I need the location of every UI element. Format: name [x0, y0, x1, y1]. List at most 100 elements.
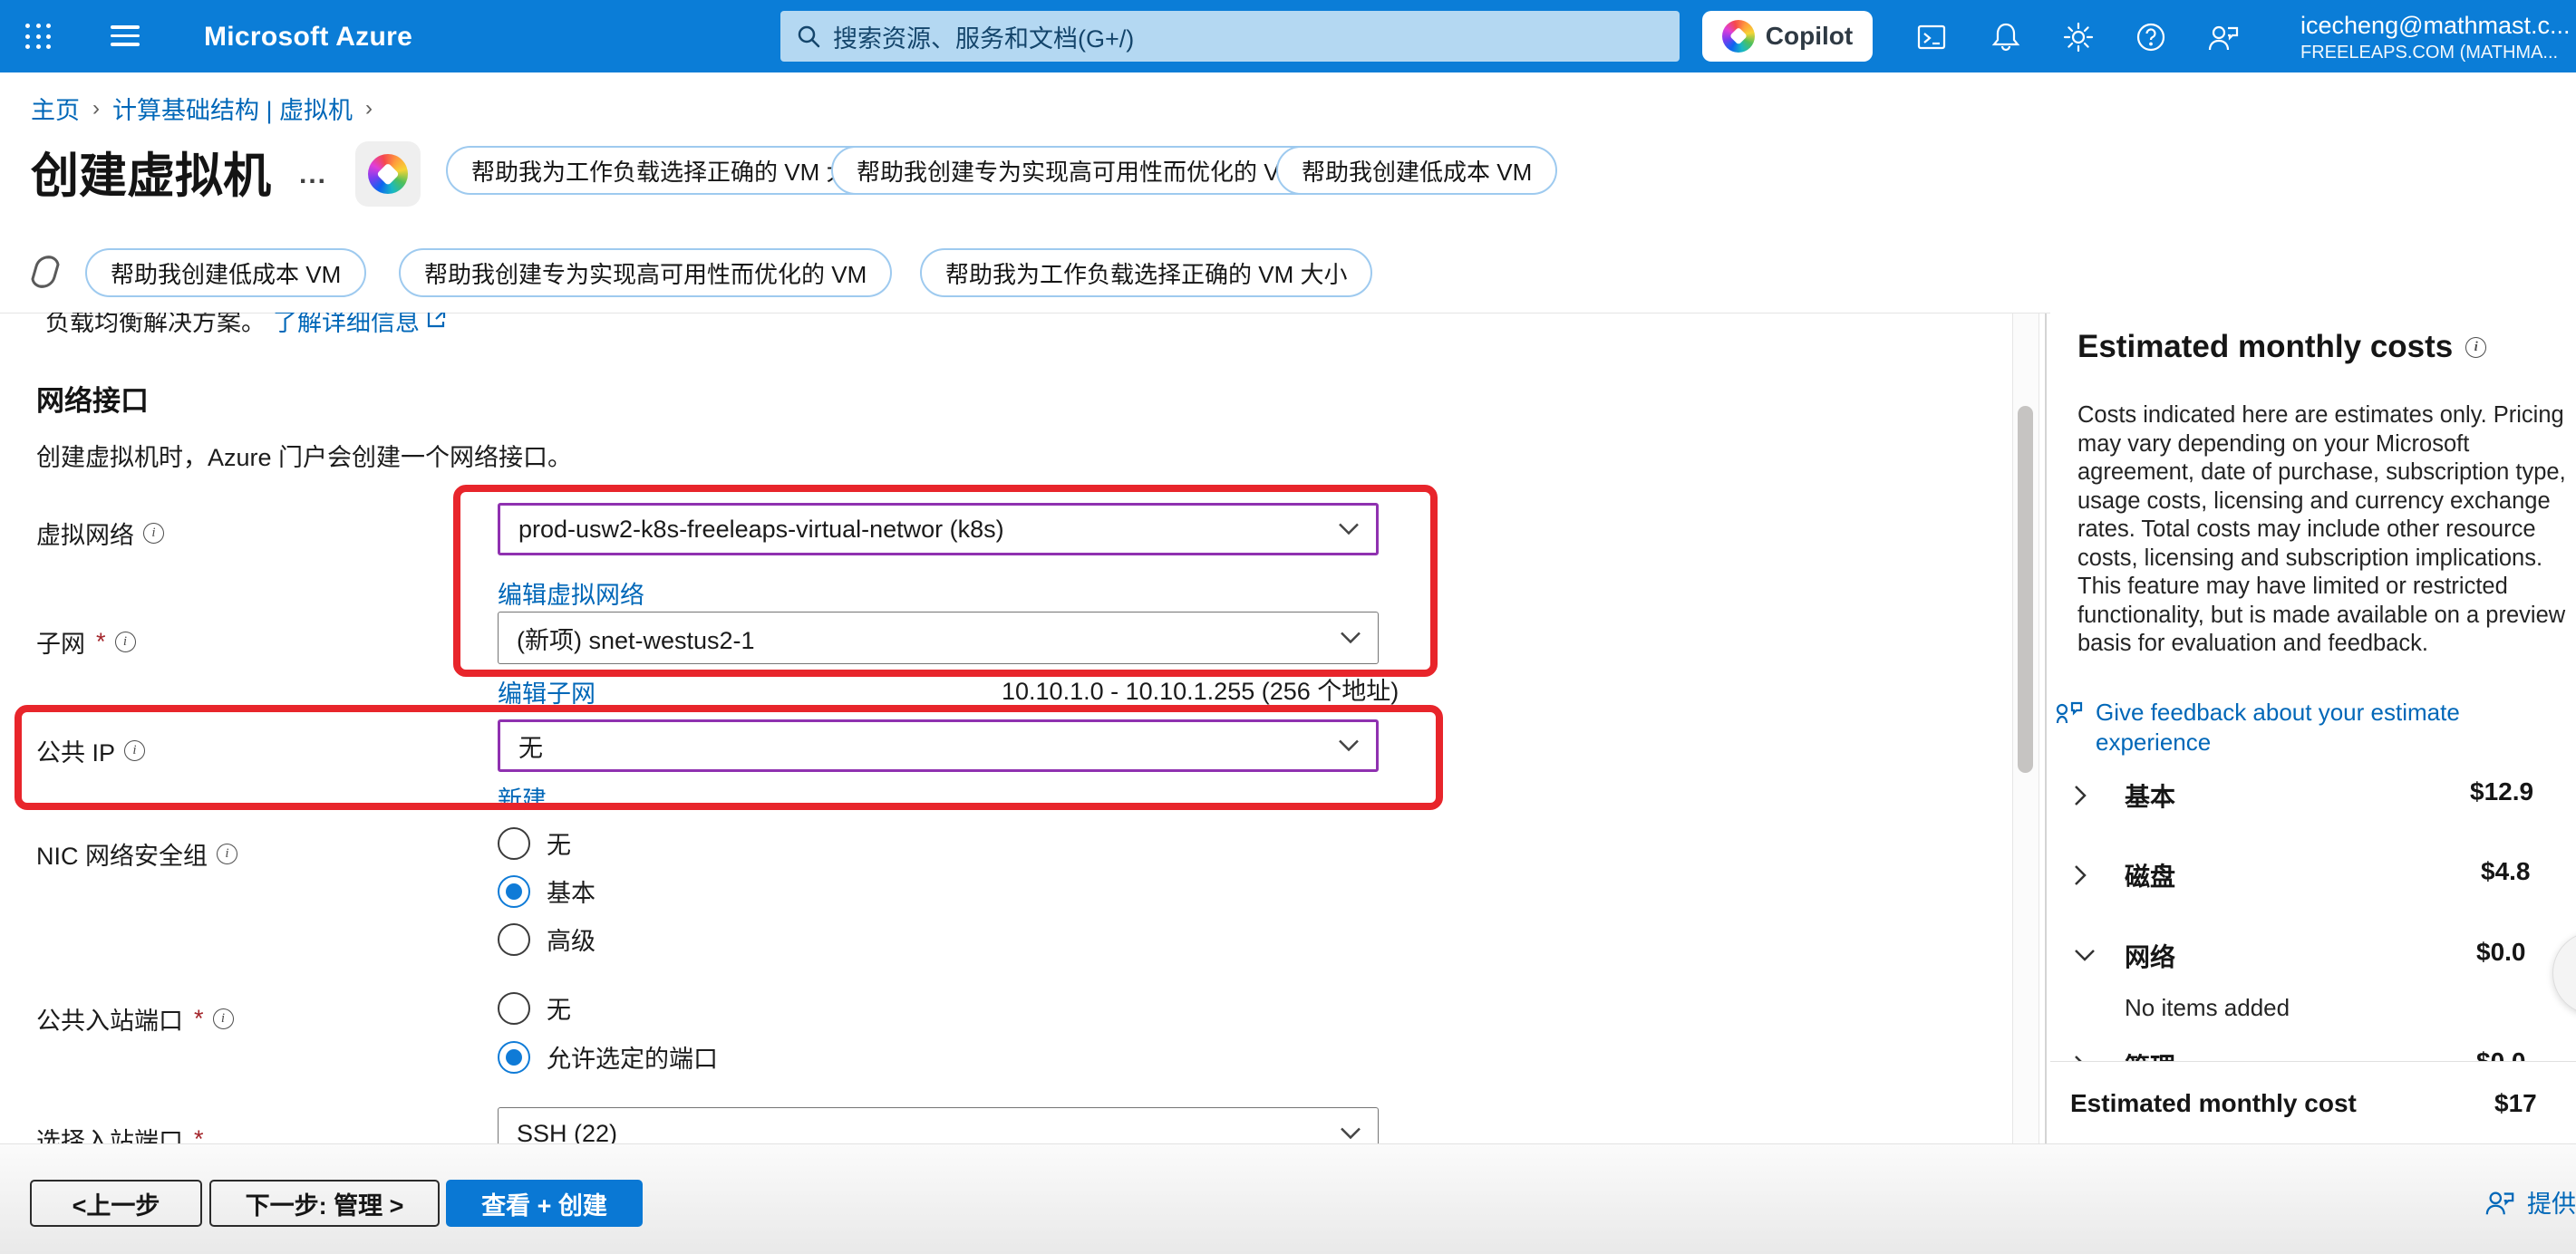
info-icon[interactable]: [217, 844, 237, 864]
suggestion-pill-low-cost-2[interactable]: 帮助我创建低成本 VM: [85, 248, 366, 297]
previous-step-button[interactable]: <上一步: [30, 1180, 202, 1227]
give-feedback-link[interactable]: Give feedback about your estimate experi…: [2054, 698, 2476, 757]
section-title: 网络接口: [36, 378, 149, 419]
feedback-person-icon: [2484, 1187, 2516, 1218]
next-step-button[interactable]: 下一步: 管理 >: [209, 1180, 440, 1227]
public-ip-dropdown[interactable]: 无: [498, 719, 1379, 772]
cost-row-manage-clipped[interactable]: 管理 $0.0: [2050, 1047, 2576, 1061]
copilot-logo-icon: [368, 154, 408, 194]
edit-vnet-link[interactable]: 编辑虚拟网络: [498, 575, 644, 611]
chevron-down-icon: [1340, 1127, 1361, 1141]
nsg-label: NIC 网络安全组: [36, 836, 237, 872]
radio-icon: [498, 923, 530, 956]
cloud-shell-icon[interactable]: [1913, 18, 1951, 56]
breadcrumb-home[interactable]: 主页: [31, 91, 80, 126]
cost-row-basic[interactable]: 基本 $12.9: [2050, 777, 2576, 814]
subnet-dropdown[interactable]: (新项) snet-westus2-1: [498, 612, 1379, 664]
account-tenant: FREELEAPS.COM (MATHMA...: [2300, 42, 2576, 64]
radio-selected-icon: [498, 1041, 530, 1074]
nsg-option-none[interactable]: 无: [498, 825, 571, 861]
cost-network-note: No items added: [2125, 994, 2290, 1022]
suggestion-pill-vm-size-2[interactable]: 帮助我为工作负载选择正确的 VM 大小: [920, 248, 1372, 297]
cost-row-disk[interactable]: 磁盘 $4.8: [2050, 857, 2576, 893]
copilot-label: Copilot: [1766, 22, 1853, 51]
review-create-button[interactable]: 查看 + 创建: [446, 1180, 643, 1227]
search-icon: [797, 24, 820, 48]
cost-row-network[interactable]: 网络 $0.0: [2050, 938, 2576, 974]
footer-feedback-link[interactable]: 提供反馈: [2484, 1184, 2576, 1220]
chevron-down-icon: [2072, 947, 2097, 963]
breadcrumb-virtual-machines[interactable]: 计算基础结构 | 虚拟机: [112, 91, 353, 126]
suggestion-pill-low-cost[interactable]: 帮助我创建低成本 VM: [1276, 146, 1557, 195]
radio-icon: [498, 992, 530, 1025]
settings-gear-icon[interactable]: [2059, 18, 2097, 56]
hamburger-menu-icon[interactable]: [111, 25, 140, 47]
inbound-ports-label: 公共入站端口*: [36, 1001, 234, 1037]
vnet-label: 虚拟网络: [36, 516, 164, 551]
radio-icon: [498, 827, 530, 860]
vnet-value: prod-usw2-k8s-freeleaps-virtual-networ (…: [518, 516, 1004, 544]
chevron-down-icon: [1340, 632, 1361, 645]
cost-panel-description: Costs indicated here are estimates only.…: [2077, 401, 2576, 659]
external-link-icon: [424, 313, 448, 331]
total-cost-value: $17: [2494, 1089, 2549, 1118]
copilot-button[interactable]: Copilot: [1702, 11, 1873, 62]
form-scroll-area: 负载均衡解决方案。 了解详细信息 网络接口 创建虚拟机时，Azure 门户会创建…: [0, 313, 2010, 1143]
chevron-right-icon: [2072, 863, 2088, 888]
global-search-input[interactable]: 搜索资源、服务和文档(G+/): [780, 11, 1680, 62]
chevron-right-icon: [2072, 783, 2088, 808]
create-new-public-ip-link[interactable]: 新建: [498, 780, 547, 815]
panel-divider: [2045, 314, 2047, 1143]
breadcrumb-separator: ›: [365, 96, 373, 121]
brand-title: Microsoft Azure: [204, 22, 412, 53]
estimated-costs-panel: Estimated monthly costs Costs indicated …: [2050, 313, 2576, 1143]
intro-text-clipped: 负载均衡解决方案。: [45, 313, 266, 338]
public-ip-value: 无: [518, 728, 543, 764]
radio-selected-icon: [498, 875, 530, 908]
nsg-option-basic[interactable]: 基本: [498, 873, 596, 909]
notifications-bell-icon[interactable]: [1987, 18, 2025, 56]
top-bar: Microsoft Azure 搜索资源、服务和文档(G+/) Copilot: [0, 0, 2576, 72]
select-ports-value: SSH (22): [517, 1120, 617, 1144]
breadcrumb: 主页 › 计算基础结构 | 虚拟机 ›: [31, 91, 373, 126]
info-icon[interactable]: [115, 632, 136, 652]
subnet-value: (新项) snet-westus2-1: [517, 621, 755, 656]
subnet-address-range: 10.10.1.0 - 10.10.1.255 (256 个地址): [1002, 671, 1399, 707]
account-email: icecheng@mathmast.c...: [2300, 11, 2576, 42]
info-icon[interactable]: [2465, 337, 2486, 358]
inbound-option-allow-selected[interactable]: 允许选定的端口: [498, 1039, 718, 1075]
azure-portal: Microsoft Azure 搜索资源、服务和文档(G+/) Copilot: [0, 0, 2576, 1254]
app-launcher-icon[interactable]: [25, 24, 53, 51]
cost-panel-separator: [2050, 1061, 2576, 1062]
copilot-logo-icon: [1722, 20, 1755, 53]
feedback-person-icon[interactable]: [2204, 18, 2242, 56]
info-icon[interactable]: [143, 523, 164, 544]
suggestion-pill-high-availability-2[interactable]: 帮助我创建专为实现高可用性而优化的 VM: [399, 248, 892, 297]
edit-subnet-link[interactable]: 编辑子网: [498, 674, 596, 709]
chevron-down-icon: [1338, 523, 1360, 536]
scrollbar-thumb[interactable]: [2018, 406, 2033, 773]
total-cost-label: Estimated monthly cost: [2070, 1089, 2357, 1118]
cost-panel-title: Estimated monthly costs: [2077, 329, 2486, 365]
chevron-right-icon: [2072, 1053, 2088, 1061]
select-ports-dropdown[interactable]: SSH (22): [498, 1107, 1379, 1143]
search-placeholder: 搜索资源、服务和文档(G+/): [833, 19, 1134, 54]
help-icon[interactable]: [2132, 18, 2170, 56]
info-icon[interactable]: [213, 1008, 234, 1029]
suggestion-pill-high-availability[interactable]: 帮助我创建专为实现高可用性而优化的 VM: [831, 146, 1324, 195]
account-info[interactable]: icecheng@mathmast.c... FREELEAPS.COM (MA…: [2300, 11, 2576, 64]
info-icon[interactable]: [124, 740, 145, 761]
section-description: 创建虚拟机时，Azure 门户会创建一个网络接口。: [36, 438, 572, 473]
subnet-label: 子网*: [36, 624, 136, 660]
page-title: 创建虚拟机: [31, 138, 271, 207]
learn-more-link[interactable]: 了解详细信息: [273, 313, 420, 338]
nsg-option-advanced[interactable]: 高级: [498, 921, 596, 957]
vnet-dropdown[interactable]: prod-usw2-k8s-freeleaps-virtual-networ (…: [498, 503, 1379, 555]
select-ports-label: 选择入站端口*: [36, 1122, 204, 1143]
inbound-option-none[interactable]: 无: [498, 990, 571, 1026]
chevron-down-icon: [1338, 739, 1360, 753]
breadcrumb-separator: ›: [92, 96, 100, 121]
public-ip-label: 公共 IP: [36, 733, 145, 768]
copilot-tile-button[interactable]: [355, 141, 421, 207]
more-menu-button[interactable]: ...: [299, 159, 327, 190]
